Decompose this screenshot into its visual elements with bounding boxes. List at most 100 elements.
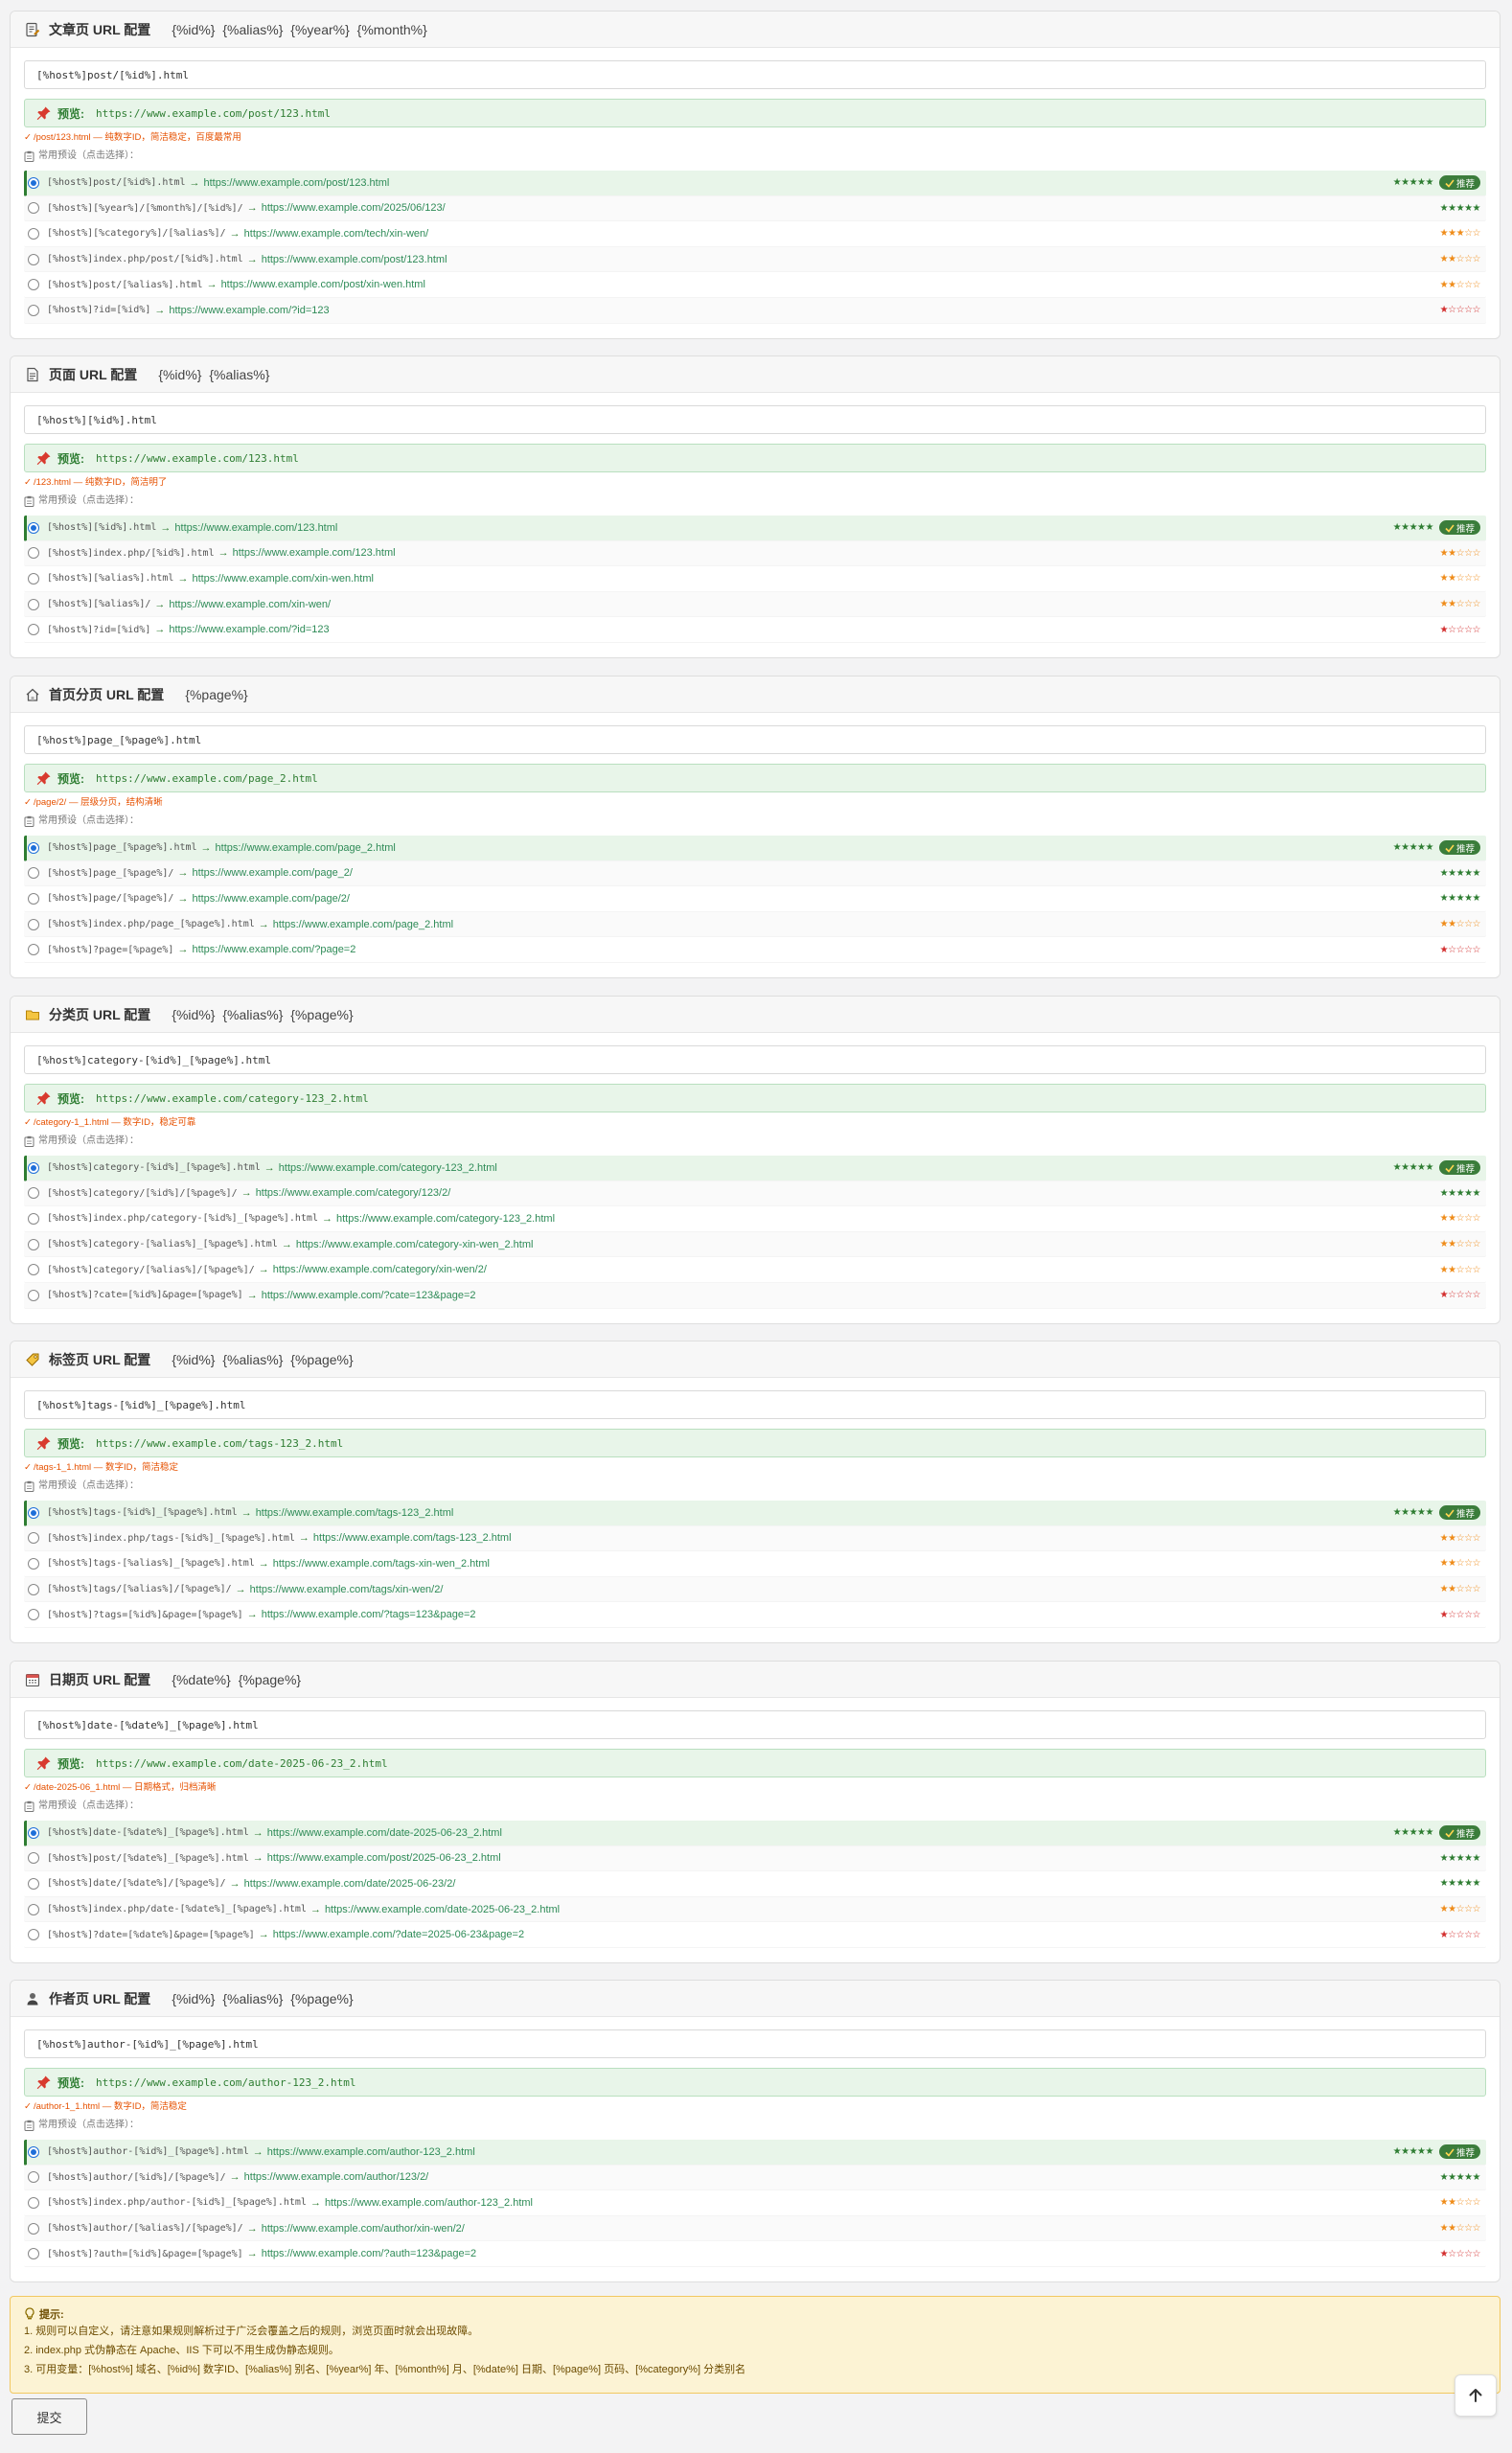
preset-radio[interactable] [28,1506,39,1519]
preset-option[interactable]: [%host%]page_[%page%]/→ https://www.examp… [24,860,1486,887]
preset-radio[interactable] [28,1852,39,1865]
url-preview: 预览: https://www.example.com/page_2.html [24,764,1486,792]
preset-radio[interactable] [28,1557,39,1570]
preview-label: 预览: [57,106,84,121]
preset-option[interactable]: [%host%][%category%]/[%alias%]/→ https://… [24,221,1486,247]
preset-radio[interactable] [28,1583,39,1595]
submit-button[interactable]: 提交 [11,2398,87,2435]
preset-radio[interactable] [28,1609,39,1621]
preset-radio[interactable] [28,867,39,880]
preset-radio[interactable] [28,1238,39,1250]
preset-radio[interactable] [28,2248,39,2260]
preset-radio[interactable] [28,176,39,189]
preset-radio[interactable] [28,253,39,265]
preset-radio[interactable] [28,2196,39,2209]
url-rule-input[interactable] [24,2029,1486,2058]
preset-option[interactable]: [%host%]post/[%date%]_[%page%].html → http… [24,1845,1486,1872]
preset-option[interactable]: [%host%]tags/[%alias%]/[%page%]/→ https:/… [24,1576,1486,1603]
preset-radio[interactable] [28,624,39,636]
back-to-top-button[interactable] [1455,2374,1497,2417]
preset-radio[interactable] [28,1903,39,1915]
preset-radio[interactable] [28,1877,39,1890]
url-rule-input[interactable] [24,725,1486,754]
url-rule-input[interactable] [24,405,1486,434]
url-rule-input[interactable] [24,1390,1486,1419]
config-section: 页面 URL 配置 {%id%} {%alias%} 预览: https://www.… [10,355,1501,658]
preset-option[interactable]: [%host%]index.php/post/[%id%].html → https… [24,246,1486,273]
preset-option[interactable]: [%host%]?tags=[%id%]&page=[%page%] → https… [24,1602,1486,1628]
arrow-right-icon: → [252,1826,263,1839]
preset-radio[interactable] [28,227,39,240]
config-section: 作者页 URL 配置 {%id%} {%alias%} {%page%} 预览: ht… [10,1980,1501,2282]
preset-radio[interactable] [28,547,39,560]
preset-option[interactable]: [%host%]index.php/author-[%id%]_[%page%]… [24,2190,1486,2216]
preset-radio[interactable] [28,304,39,316]
preset-radio[interactable] [28,598,39,610]
preset-radio[interactable] [28,1212,39,1225]
check-icon: ✓ [24,1117,32,1128]
preset-option[interactable]: [%host%]?page=[%page%] → https://www.examp… [24,937,1486,963]
preset-radio[interactable] [28,1187,39,1200]
preset-radio[interactable] [28,572,39,585]
preset-option[interactable]: [%host%]page_[%page%].html → https://www.e… [24,836,1486,861]
option-url: https://www.example.com/tags-123_2.html [255,1506,454,1519]
preset-option[interactable]: [%host%]post/[%alias%].html → https://www.… [24,272,1486,298]
preset-option[interactable]: [%host%]index.php/date-[%date%]_[%page%]… [24,1896,1486,1923]
preset-option[interactable]: [%host%][%alias%]/→ https://www.example.c… [24,591,1486,618]
preset-radio[interactable] [28,1929,39,1941]
section-title: 首页分页 URL 配置 [49,686,165,702]
section-header: 作者页 URL 配置 {%id%} {%alias%} {%page%} [11,1981,1500,2017]
star-rating: ★★★★★ [1439,1878,1481,1890]
arrow-right-icon: → [309,1903,321,1915]
preset-option[interactable]: [%host%]category-[%alias%]_[%page%].html… [24,1231,1486,1258]
preset-option[interactable]: [%host%]index.php/category-[%id%]_[%page… [24,1206,1486,1232]
option-pattern: [%host%][%alias%].html [47,573,174,585]
preset-option[interactable]: [%host%]category-[%id%]_[%page%].html → ht… [24,1156,1486,1181]
preset-option[interactable]: [%host%]index.php/tags-[%id%]_[%page%].h… [24,1525,1486,1552]
url-rule-input[interactable] [24,60,1486,89]
preset-radio[interactable] [28,2222,39,2235]
preset-radio[interactable] [28,521,39,534]
preset-option[interactable]: [%host%]index.php/[%id%].html → https://ww… [24,540,1486,567]
preset-radio[interactable] [28,1161,39,1174]
option-url: https://www.example.com/date/2025-06-23/… [243,1877,456,1890]
preset-option[interactable]: [%host%]tags-[%id%]_[%page%].html → https:… [24,1501,1486,1526]
option-pattern: [%host%]?date=[%date%]&page=[%page%] [47,1929,255,1940]
url-rule-input[interactable] [24,1045,1486,1074]
preset-radio[interactable] [28,892,39,905]
preset-option[interactable]: [%host%]date/[%date%]/[%page%]/→ https://… [24,1871,1486,1897]
preset-option[interactable]: [%host%]category/[%alias%]/[%page%]/→ htt… [24,1257,1486,1283]
preset-option[interactable]: [%host%]author-[%id%]_[%page%].html → http… [24,2140,1486,2166]
preset-option[interactable]: [%host%]?id=[%id%] → https://www.example.c… [24,617,1486,643]
star-rating: ★★☆☆☆ [1439,2197,1481,2209]
preset-radio[interactable] [28,279,39,291]
url-rule-input[interactable] [24,1710,1486,1739]
preset-option[interactable]: [%host%][%year%]/[%month%]/[%id%]/→ https… [24,195,1486,222]
preset-radio[interactable] [28,944,39,956]
preset-option[interactable]: [%host%]post/[%id%].html → https://www.exa… [24,171,1486,196]
preset-radio[interactable] [28,1289,39,1301]
preset-radio[interactable] [28,202,39,215]
preset-option[interactable]: [%host%]author/[%alias%]/[%page%]/→ https… [24,2215,1486,2242]
preset-option[interactable]: [%host%][%id%].html → https://www.example.… [24,516,1486,541]
preset-option[interactable]: [%host%]category/[%id%]/[%page%]/→ https:… [24,1181,1486,1207]
preset-radio[interactable] [28,841,39,854]
preset-option[interactable]: [%host%]index.php/page_[%page%].html → htt… [24,911,1486,938]
preset-radio[interactable] [28,918,39,930]
preset-option[interactable]: [%host%]date-[%date%]_[%page%].html → http… [24,1821,1486,1846]
preset-option[interactable]: [%host%]author/[%id%]/[%page%]/→ https://… [24,2165,1486,2191]
preset-option[interactable]: [%host%][%alias%].html → https://www.examp… [24,566,1486,592]
preset-option[interactable]: [%host%]?id=[%id%] → https://www.example.c… [24,297,1486,324]
preset-radio[interactable] [28,1532,39,1545]
option-pattern: [%host%]index.php/author-[%id%]_[%page%]… [47,2197,307,2209]
preset-radio[interactable] [28,2171,39,2184]
preset-option[interactable]: [%host%]tags-[%alias%]_[%page%].html → htt… [24,1551,1486,1577]
preset-option[interactable]: [%host%]?cate=[%id%]&page=[%page%] → https… [24,1282,1486,1309]
section-title: 页面 URL 配置 [49,366,138,382]
preset-radio[interactable] [28,1264,39,1276]
preset-radio[interactable] [28,2145,39,2158]
preset-option[interactable]: [%host%]page/[%page%]/→ https://www.examp… [24,886,1486,912]
preset-option[interactable]: [%host%]?date=[%date%]&page=[%page%] → htt… [24,1922,1486,1948]
preset-radio[interactable] [28,1826,39,1839]
preset-option[interactable]: [%host%]?auth=[%id%]&page=[%page%] → https… [24,2241,1486,2267]
